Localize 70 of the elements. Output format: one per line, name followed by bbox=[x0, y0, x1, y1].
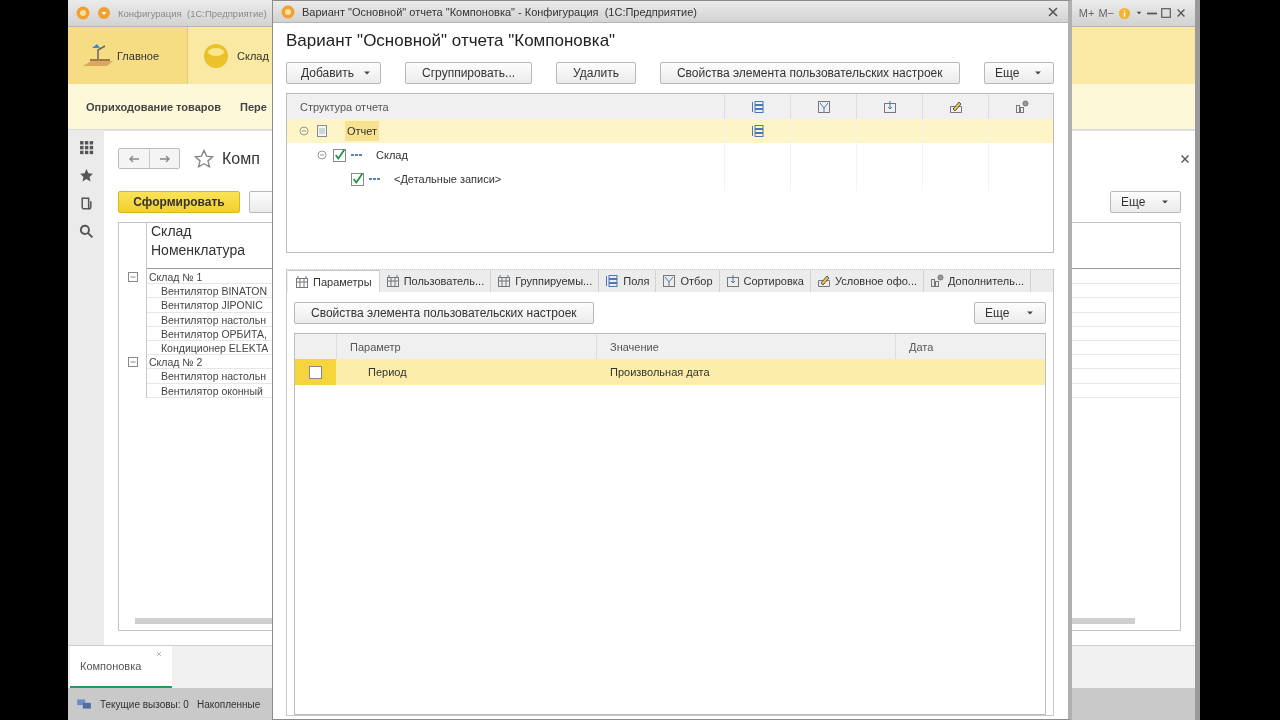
computers-icon bbox=[76, 696, 92, 712]
collapse-icon bbox=[125, 355, 140, 370]
info-icon bbox=[1118, 6, 1131, 20]
report-header: Склад bbox=[150, 223, 192, 241]
toolbar-button[interactable]: Сгруппировать... bbox=[405, 62, 533, 84]
chart-settings-icon bbox=[1014, 99, 1029, 114]
open-window-tab[interactable]: Компоновка bbox=[70, 646, 172, 688]
section-tab[interactable]: Главное bbox=[68, 27, 188, 84]
checkbox[interactable] bbox=[333, 148, 346, 162]
table-icon bbox=[385, 274, 400, 288]
toolbar-button[interactable]: Удалить bbox=[556, 62, 636, 84]
close-icon bbox=[154, 649, 164, 659]
apps-icon bbox=[78, 140, 94, 155]
logo-icon bbox=[76, 6, 90, 20]
document-icon bbox=[315, 124, 329, 138]
logo-icon bbox=[281, 4, 295, 19]
toolbar-button[interactable]: Свойства элемента пользовательских настроек bbox=[659, 62, 960, 84]
dropdown-icon bbox=[97, 6, 111, 20]
table-icon bbox=[295, 274, 309, 289]
collapse-icon bbox=[297, 124, 311, 138]
table-row[interactable]: Период Произвольная дата bbox=[295, 359, 1045, 385]
more-button[interactable]: Еще bbox=[1110, 191, 1181, 213]
list-icon bbox=[605, 274, 620, 288]
status-text: Накопленные bbox=[196, 698, 261, 710]
sort-icon bbox=[725, 274, 740, 288]
history-icon bbox=[78, 196, 94, 211]
memory-button[interactable]: M− bbox=[1098, 7, 1114, 19]
filter-icon bbox=[816, 99, 831, 114]
memory-button[interactable]: M+ bbox=[1078, 7, 1095, 19]
tree-row[interactable]: Отчет bbox=[287, 119, 1053, 143]
pencil-icon bbox=[948, 99, 963, 114]
sort-icon bbox=[882, 99, 897, 114]
window-title: Вариант "Основной" отчета "Компоновка" - Конфигурация (1С:Предприятие) bbox=[302, 5, 697, 18]
list-icon bbox=[750, 124, 765, 138]
filter-icon bbox=[662, 274, 677, 288]
checkbox[interactable] bbox=[351, 172, 364, 186]
star-icon bbox=[78, 168, 94, 183]
more-button[interactable]: Еще bbox=[974, 302, 1046, 324]
caret-icon bbox=[1135, 9, 1143, 17]
form-title: Комп bbox=[222, 149, 260, 168]
subsection-link[interactable]: Оприходование товаров bbox=[86, 100, 221, 113]
toolbar-button[interactable]: Добавить bbox=[286, 62, 382, 84]
collapse-icon bbox=[315, 148, 329, 162]
more-button[interactable]: Еще bbox=[984, 62, 1054, 84]
checkbox[interactable] bbox=[309, 365, 322, 379]
settings-tab[interactable]: Параметры bbox=[288, 270, 380, 292]
list-icon bbox=[750, 99, 765, 114]
report-header: Номенклатура bbox=[150, 242, 245, 260]
search-icon bbox=[78, 224, 94, 239]
check-icon bbox=[351, 173, 364, 185]
chart-settings-icon bbox=[930, 274, 944, 288]
generate-button[interactable]: Сформировать bbox=[118, 191, 240, 213]
column-header: Структура отчета bbox=[299, 100, 389, 113]
maximize-icon bbox=[1161, 8, 1171, 18]
star-icon bbox=[194, 148, 214, 169]
close-icon bbox=[1046, 4, 1060, 19]
collapse-icon bbox=[125, 270, 140, 284]
pencil-icon bbox=[816, 274, 831, 288]
subsection-link[interactable]: Пере bbox=[240, 100, 267, 113]
tree-item-label: <Детальные записи> bbox=[393, 172, 503, 187]
minimize-icon bbox=[1147, 11, 1157, 15]
window-title: Конфигурация (1С:Предприятие) bbox=[118, 7, 267, 19]
tree-item-label: Склад bbox=[375, 148, 409, 163]
close-icon bbox=[1175, 7, 1187, 19]
status-text: Текущие вызовы: 0 bbox=[100, 698, 189, 710]
check-icon bbox=[333, 149, 346, 161]
dialog-heading: Вариант "Основной" отчета "Компоновка" bbox=[286, 31, 617, 51]
tree-item-label: Отчет bbox=[345, 121, 380, 141]
properties-button[interactable]: Свойства элемента пользовательских настроек bbox=[294, 302, 594, 324]
table-icon bbox=[497, 274, 512, 288]
